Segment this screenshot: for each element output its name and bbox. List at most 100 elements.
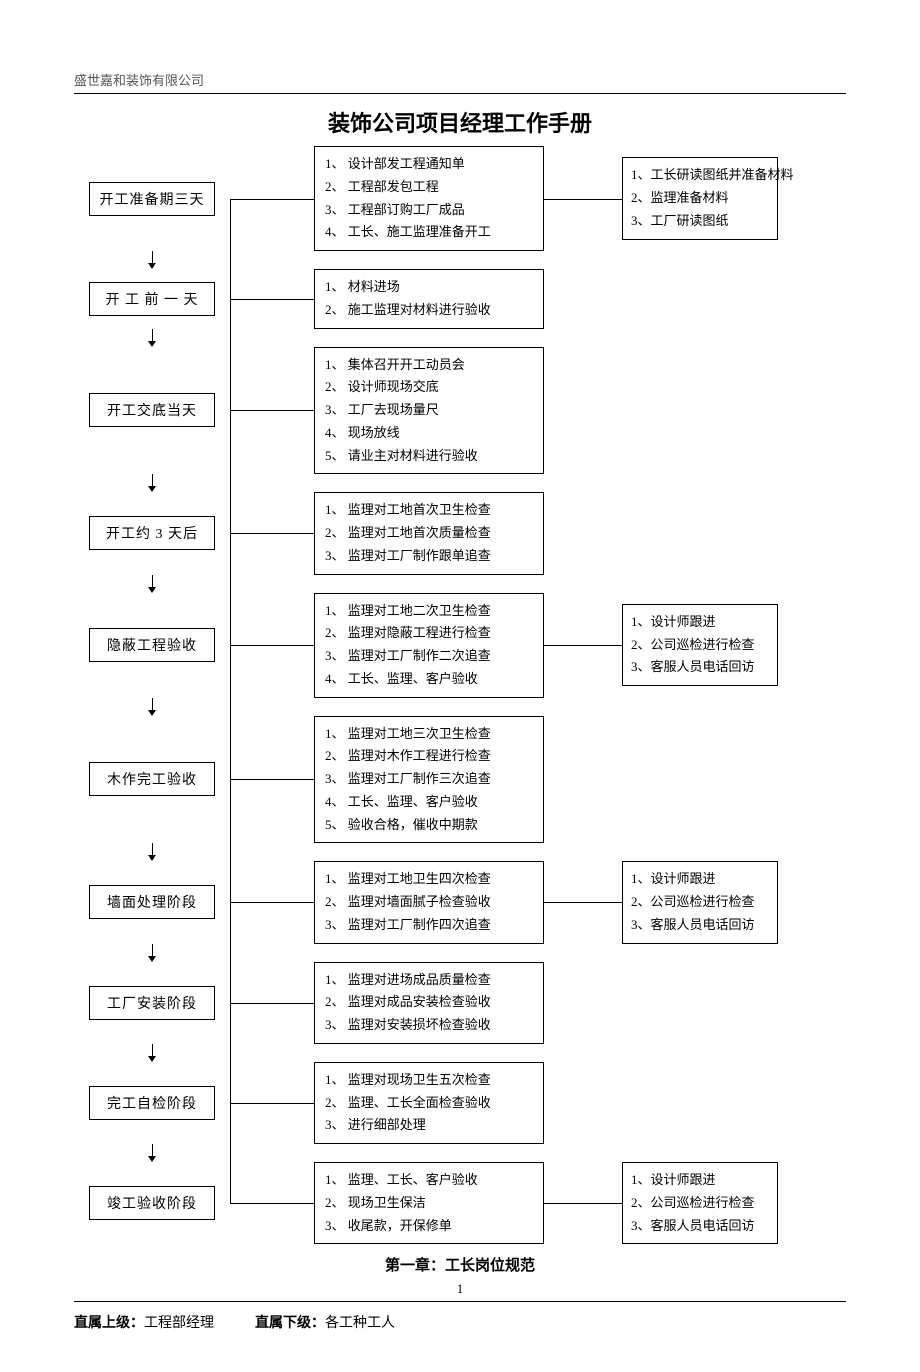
arrow-down-icon — [74, 1044, 230, 1062]
arrow-down-icon — [74, 944, 230, 962]
detail-item: 2、 监理对隐蔽工程进行检查 — [325, 622, 535, 645]
detail-box: 1、 材料进场2、 施工监理对材料进行验收 — [314, 269, 544, 329]
side-note-item: 2、公司巡检进行检查 — [631, 891, 769, 914]
connector-line — [230, 146, 314, 251]
flow-row: 开工约 3 天后 1、 监理对工地首次卫生检查2、 监理对工地首次质量检查3、 监… — [74, 492, 846, 574]
arrow-down-icon — [74, 698, 230, 716]
superior-value: 工程部经理 — [144, 1316, 214, 1331]
side-note-item: 2、监理准备材料 — [631, 187, 769, 210]
chapter-heading: 第一章：工长岗位规范 — [74, 1254, 846, 1275]
detail-item: 1、 监理对工地卫生四次检查 — [325, 868, 535, 891]
side-note-item: 3、工厂研读图纸 — [631, 210, 769, 233]
detail-box: 1、 监理对进场成品质量检查2、 监理对成品安装检查验收3、 监理对安装损坏检查… — [314, 962, 544, 1044]
detail-item: 3、 工程部订购工厂成品 — [325, 199, 535, 222]
detail-item: 2、 监理对工地首次质量检查 — [325, 522, 535, 545]
detail-box: 1、 监理对工地首次卫生检查2、 监理对工地首次质量检查3、 监理对工厂制作跟单… — [314, 492, 544, 574]
flow-row: 竣工验收阶段1、 监理、工长、客户验收2、 现场卫生保洁3、 收尾款，开保修单1… — [74, 1162, 846, 1244]
detail-item: 5、 请业主对材料进行验收 — [325, 445, 535, 468]
detail-item: 3、 工厂去现场量尺 — [325, 399, 535, 422]
subordinate-label: 直属下级： — [255, 1316, 325, 1331]
connector-line — [544, 716, 622, 844]
detail-item: 4、 工长、监理、客户验收 — [325, 791, 535, 814]
connector-line — [230, 1062, 314, 1144]
detail-box: 1、 监理对工地卫生四次检查2、 监理对墙面腻子检查验收3、 监理对工厂制作四次… — [314, 861, 544, 943]
relations-line: 直属上级：工程部经理 直属下级：各工种工人 — [74, 1312, 846, 1332]
detail-item: 1、 监理、工长、客户验收 — [325, 1169, 535, 1192]
detail-item: 5、 验收合格，催收中期款 — [325, 814, 535, 837]
flow-row: 工厂安装阶段 1、 监理对进场成品质量检查2、 监理对成品安装检查验收3、 监理对… — [74, 962, 846, 1044]
detail-box: 1、 监理对工地三次卫生检查2、 监理对木作工程进行检查3、 监理对工厂制作三次… — [314, 716, 544, 844]
detail-item: 4、 工长、施工监理准备开工 — [325, 221, 535, 244]
detail-item: 3、 进行细部处理 — [325, 1114, 535, 1137]
subordinate-value: 各工种工人 — [325, 1316, 395, 1331]
phase-box: 竣工验收阶段 — [89, 1186, 215, 1220]
detail-item: 1、 材料进场 — [325, 276, 535, 299]
side-note-item: 1、设计师跟进 — [631, 868, 769, 891]
flow-arrow-row — [74, 1144, 846, 1162]
connector-line — [544, 593, 622, 698]
phase-box: 开工准备期三天 — [89, 182, 215, 216]
detail-item: 2、 现场卫生保洁 — [325, 1192, 535, 1215]
connector-line — [544, 146, 622, 251]
phase-box: 完工自检阶段 — [89, 1086, 215, 1120]
detail-box: 1、 设计部发工程通知单2、 工程部发包工程3、 工程部订购工厂成品4、 工长、… — [314, 146, 544, 251]
arrow-down-icon — [74, 1144, 230, 1162]
arrow-down-icon — [74, 474, 230, 492]
connector-line — [230, 347, 314, 475]
detail-item: 2、 工程部发包工程 — [325, 176, 535, 199]
detail-item: 1、 集体召开开工动员会 — [325, 354, 535, 377]
connector-line — [544, 347, 622, 475]
detail-item: 3、 监理对工厂制作四次追查 — [325, 914, 535, 937]
connector-line — [544, 1062, 622, 1144]
page-title: 装饰公司项目经理工作手册 — [74, 106, 846, 138]
detail-box: 1、 集体召开开工动员会2、 设计师现场交底3、 工厂去现场量尺4、 现场放线5… — [314, 347, 544, 475]
connector-line — [230, 269, 314, 329]
side-note-item: 3、客服人员电话回访 — [631, 1215, 769, 1238]
connector-line — [230, 593, 314, 698]
flowchart: 开工准备期三天 1、 设计部发工程通知单2、 工程部发包工程3、 工程部订购工厂成… — [74, 146, 846, 1244]
side-note-item: 1、设计师跟进 — [631, 611, 769, 634]
side-note-item: 2、公司巡检进行检查 — [631, 1192, 769, 1215]
arrow-down-icon — [74, 575, 230, 593]
arrow-down-icon — [74, 251, 230, 269]
detail-box: 1、 监理、工长、客户验收2、 现场卫生保洁3、 收尾款，开保修单 — [314, 1162, 544, 1244]
detail-item: 3、 监理对工厂制作跟单追查 — [325, 545, 535, 568]
detail-item: 2、 施工监理对材料进行验收 — [325, 299, 535, 322]
connector-line — [230, 962, 314, 1044]
detail-box: 1、 监理对现场卫生五次检查2、 监理、工长全面检查验收3、 进行细部处理 — [314, 1062, 544, 1144]
detail-item: 1、 监理对工地首次卫生检查 — [325, 499, 535, 522]
detail-item: 1、 监理对工地三次卫生检查 — [325, 723, 535, 746]
side-note-item: 3、客服人员电话回访 — [631, 914, 769, 937]
flow-row: 墙面处理阶段 1、 监理对工地卫生四次检查2、 监理对墙面腻子检查验收3、 监理对… — [74, 861, 846, 943]
phase-box: 隐蔽工程验收 — [89, 628, 215, 662]
flow-arrow-row — [74, 251, 846, 269]
divider-top — [74, 93, 846, 94]
phase-box: 墙面处理阶段 — [89, 885, 215, 919]
side-note-item: 1、工长研读图纸并准备材料 — [631, 164, 769, 187]
flow-arrow-row — [74, 575, 846, 593]
detail-item: 4、 工长、监理、客户验收 — [325, 668, 535, 691]
connector-line — [230, 861, 314, 943]
detail-item: 3、 收尾款，开保修单 — [325, 1215, 535, 1238]
side-note-box: 1、工长研读图纸并准备材料2、监理准备材料3、工厂研读图纸 — [622, 157, 778, 239]
phase-box: 开 工 前 一 天 — [89, 282, 215, 316]
flow-arrow-row — [74, 329, 846, 347]
arrow-down-icon — [74, 329, 230, 347]
phase-box: 工厂安装阶段 — [89, 986, 215, 1020]
detail-item: 3、 监理对工厂制作三次追查 — [325, 768, 535, 791]
side-note-box: 1、设计师跟进2、公司巡检进行检查3、客服人员电话回访 — [622, 1162, 778, 1244]
side-note-item: 1、设计师跟进 — [631, 1169, 769, 1192]
flow-arrow-row — [74, 474, 846, 492]
superior-label: 直属上级： — [74, 1316, 144, 1331]
detail-item: 2、 设计师现场交底 — [325, 376, 535, 399]
page-number: 1 — [74, 1281, 846, 1297]
detail-item: 1、 设计部发工程通知单 — [325, 153, 535, 176]
detail-item: 2、 监理对墙面腻子检查验收 — [325, 891, 535, 914]
connector-line — [544, 1162, 622, 1244]
side-note-item: 3、客服人员电话回访 — [631, 656, 769, 679]
phase-box: 开工交底当天 — [89, 393, 215, 427]
connector-line — [544, 962, 622, 1044]
connector-line — [544, 269, 622, 329]
flow-row: 木作完工验收1、 监理对工地三次卫生检查2、 监理对木作工程进行检查3、 监理对… — [74, 716, 846, 844]
phase-box: 开工约 3 天后 — [89, 516, 215, 550]
